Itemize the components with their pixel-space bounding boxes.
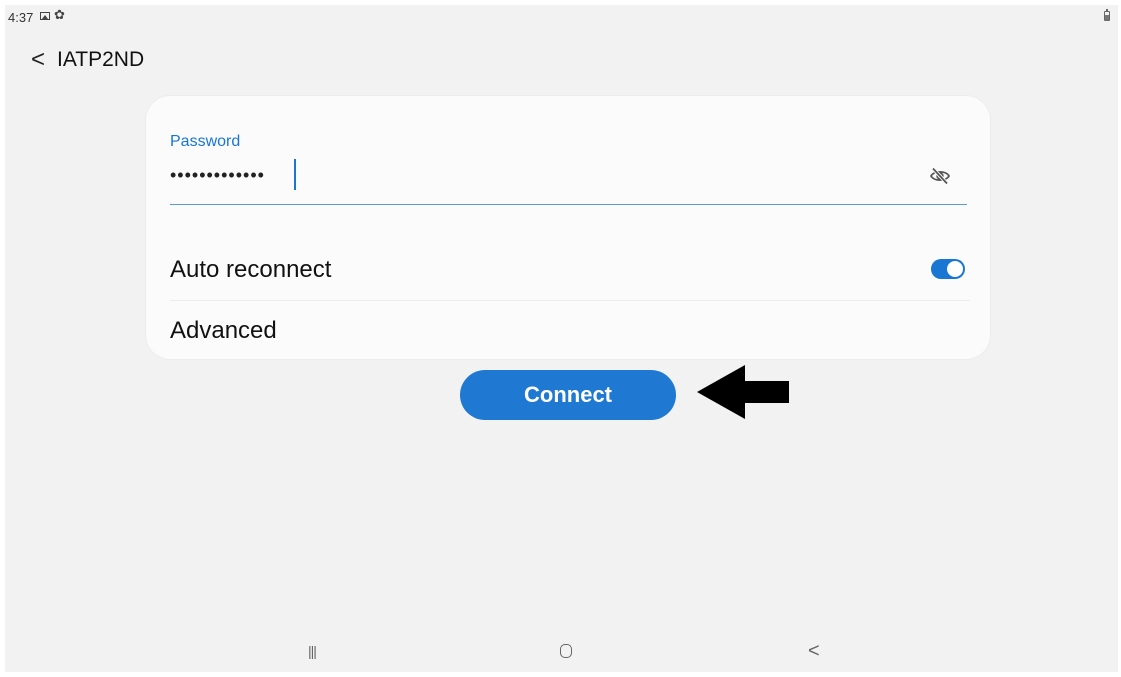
password-label: Password bbox=[170, 133, 241, 150]
recents-button[interactable]: ||| bbox=[308, 643, 317, 659]
chevron-left-icon: < bbox=[30, 46, 45, 73]
arrow-annotation-icon bbox=[697, 365, 789, 419]
auto-reconnect-label: Auto reconnect bbox=[170, 256, 332, 283]
gallery-icon bbox=[40, 12, 50, 20]
screen: 4:37 ✿ < IATP2ND Password Auto reconnect bbox=[5, 5, 1118, 672]
text-cursor bbox=[294, 159, 296, 190]
network-settings-card: Password Auto reconnect Advanced bbox=[146, 96, 990, 359]
connect-button[interactable]: Connect bbox=[460, 370, 676, 420]
auto-reconnect-toggle[interactable] bbox=[931, 259, 965, 279]
status-bar: 4:37 ✿ bbox=[5, 5, 1118, 31]
back-button[interactable]: < bbox=[23, 43, 53, 79]
home-button[interactable] bbox=[560, 644, 572, 658]
page-title: IATP2ND bbox=[57, 48, 145, 71]
auto-reconnect-row[interactable]: Auto reconnect bbox=[146, 243, 990, 297]
eye-off-icon[interactable] bbox=[928, 166, 952, 186]
settings-icon: ✿ bbox=[54, 7, 65, 22]
toggle-knob bbox=[947, 261, 963, 277]
nav-back-button[interactable]: < bbox=[808, 640, 820, 663]
status-time: 4:37 bbox=[8, 10, 34, 25]
battery-icon bbox=[1104, 9, 1110, 21]
advanced-label: Advanced bbox=[170, 317, 277, 344]
navigation-bar: ||| < bbox=[5, 640, 1118, 672]
advanced-row[interactable]: Advanced bbox=[146, 304, 990, 358]
divider bbox=[170, 300, 970, 301]
password-field[interactable] bbox=[170, 162, 820, 188]
password-underline bbox=[170, 204, 967, 205]
